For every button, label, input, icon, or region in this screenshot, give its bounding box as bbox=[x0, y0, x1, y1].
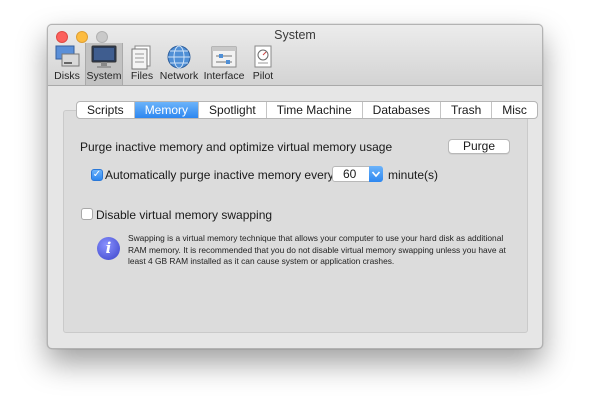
toolbar-label: System bbox=[86, 70, 122, 82]
tab-scripts[interactable]: Scripts bbox=[77, 102, 135, 118]
tab-trash[interactable]: Trash bbox=[441, 102, 493, 118]
monitor-icon bbox=[91, 45, 117, 68]
tab-time-machine[interactable]: Time Machine bbox=[267, 102, 363, 118]
tab-misc[interactable]: Misc bbox=[492, 102, 537, 118]
toolbar: System Disks System Files Network Interf… bbox=[48, 25, 542, 86]
auto-purge-label: Automatically purge inactive memory ever… bbox=[105, 168, 334, 182]
toolbar-item-system[interactable]: System bbox=[85, 43, 123, 85]
auto-purge-checkbox[interactable]: ✓ bbox=[91, 169, 103, 181]
purge-button[interactable]: Purge bbox=[448, 139, 510, 154]
tab-memory[interactable]: Memory bbox=[134, 102, 200, 118]
tab-spotlight[interactable]: Spotlight bbox=[199, 102, 267, 118]
files-icon bbox=[131, 45, 151, 70]
toolbar-label: Files bbox=[130, 70, 154, 82]
chevron-down-icon bbox=[371, 171, 381, 178]
toolbar-label: Network bbox=[159, 70, 199, 82]
pilot-icon bbox=[254, 45, 272, 68]
disable-swap-label: Disable virtual memory swapping bbox=[96, 208, 273, 222]
disable-swap-checkbox[interactable] bbox=[81, 208, 93, 220]
toolbar-item-files[interactable]: Files bbox=[128, 43, 156, 85]
window-title: System bbox=[274, 28, 316, 42]
info-icon: i bbox=[97, 237, 120, 260]
purge-interval-unit: minute(s) bbox=[388, 168, 439, 182]
toolbar-label: Interface bbox=[203, 70, 245, 82]
system-window: System Disks System Files Network Interf… bbox=[47, 24, 543, 349]
disks-icon bbox=[55, 45, 80, 67]
globe-icon bbox=[167, 45, 191, 69]
purge-interval-dropdown[interactable] bbox=[369, 166, 383, 182]
tab-bar: Scripts Memory Spotlight Time Machine Da… bbox=[76, 101, 538, 119]
toolbar-item-interface[interactable]: Interface bbox=[203, 43, 245, 85]
tab-databases[interactable]: Databases bbox=[363, 102, 442, 118]
toolbar-item-pilot[interactable]: Pilot bbox=[248, 43, 278, 85]
toolbar-label: Pilot bbox=[252, 70, 274, 82]
interface-icon bbox=[211, 46, 237, 68]
toolbar-item-network[interactable]: Network bbox=[159, 43, 199, 85]
purge-heading: Purge inactive memory and optimize virtu… bbox=[80, 140, 393, 154]
swap-info-text: Swapping is a virtual memory technique t… bbox=[128, 233, 506, 266]
toolbar-label: Disks bbox=[54, 70, 80, 82]
toolbar-item-disks[interactable]: Disks bbox=[52, 43, 82, 85]
